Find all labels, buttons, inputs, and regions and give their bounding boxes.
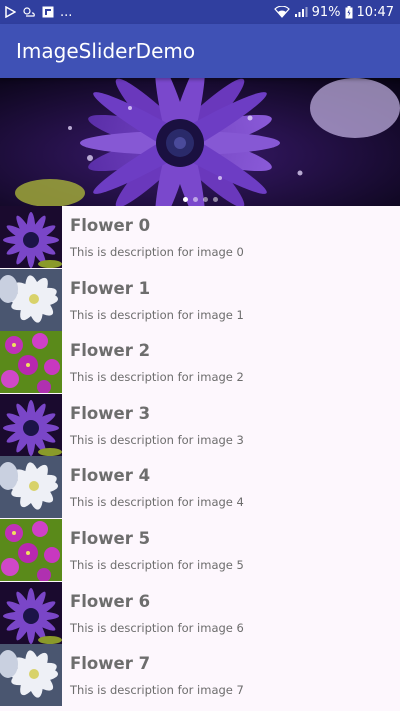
- battery-percent: 91%: [311, 4, 341, 20]
- item-description: This is description for image 0: [70, 245, 244, 259]
- item-description: This is description for image 1: [70, 307, 244, 322]
- list-item[interactable]: Flower 6 This is description for image 6: [0, 581, 400, 645]
- flower-thumbnail: [0, 581, 62, 644]
- item-title: Flower 4: [70, 466, 151, 486]
- flower-thumbnail: [0, 206, 62, 268]
- item-description: This is description for image 7: [70, 683, 244, 698]
- item-description: This is description for image 4: [70, 495, 244, 510]
- flower-thumbnail: [0, 518, 62, 581]
- play-icon: [4, 6, 16, 18]
- list-item[interactable]: Flower 1 This is description for image 1: [0, 268, 400, 332]
- item-description: This is description for image 5: [70, 557, 244, 572]
- image-slider[interactable]: [0, 78, 400, 206]
- item-title: Flower 2: [70, 341, 151, 361]
- flower-thumbnail: [0, 644, 62, 707]
- status-bar: ... 91% 10:47: [0, 0, 400, 24]
- list-item[interactable]: Flower 7 This is description for image 7: [0, 644, 400, 707]
- weather-icon: [22, 6, 36, 18]
- item-title: Flower 0: [70, 216, 151, 235]
- item-title: Flower 5: [70, 528, 151, 548]
- slider-dot[interactable]: [182, 197, 188, 202]
- item-title: Flower 6: [70, 591, 151, 611]
- list-item[interactable]: Flower 2 This is description for image 2: [0, 331, 400, 394]
- wifi-icon: [273, 6, 290, 18]
- item-title: Flower 7: [70, 654, 151, 674]
- flower-thumbnail: [0, 456, 62, 519]
- slider-dot[interactable]: [192, 197, 198, 202]
- battery-icon: [345, 5, 353, 19]
- app-icon: [42, 6, 54, 18]
- item-description: This is description for image 2: [70, 370, 244, 385]
- slider-image: [0, 78, 400, 206]
- flower-thumbnail: [0, 331, 62, 394]
- app-title: ImageSliderDemo: [16, 39, 196, 63]
- slider-dot[interactable]: [202, 197, 208, 202]
- slider-indicator: [0, 197, 400, 202]
- item-description: This is description for image 3: [70, 432, 244, 447]
- slider-dot[interactable]: [212, 197, 218, 202]
- signal-icon: [294, 6, 308, 18]
- more-notifications-indicator: ...: [60, 4, 73, 20]
- item-description: This is description for image 6: [70, 620, 244, 635]
- list-item[interactable]: Flower 3 This is description for image 3: [0, 393, 400, 457]
- list-item[interactable]: Flower 5 This is description for image 5: [0, 518, 400, 582]
- flower-thumbnail: [0, 268, 62, 331]
- list-item[interactable]: Flower 4 This is description for image 4: [0, 456, 400, 519]
- item-title: Flower 3: [70, 403, 151, 423]
- flower-thumbnail: [0, 393, 62, 456]
- app-bar: ImageSliderDemo: [0, 24, 400, 78]
- list-item[interactable]: Flower 0 This is description for image 0: [0, 206, 400, 269]
- flower-list: Flower 0 This is description for image 0F…: [0, 206, 400, 707]
- clock: 10:47: [356, 4, 394, 20]
- item-title: Flower 1: [70, 278, 151, 298]
